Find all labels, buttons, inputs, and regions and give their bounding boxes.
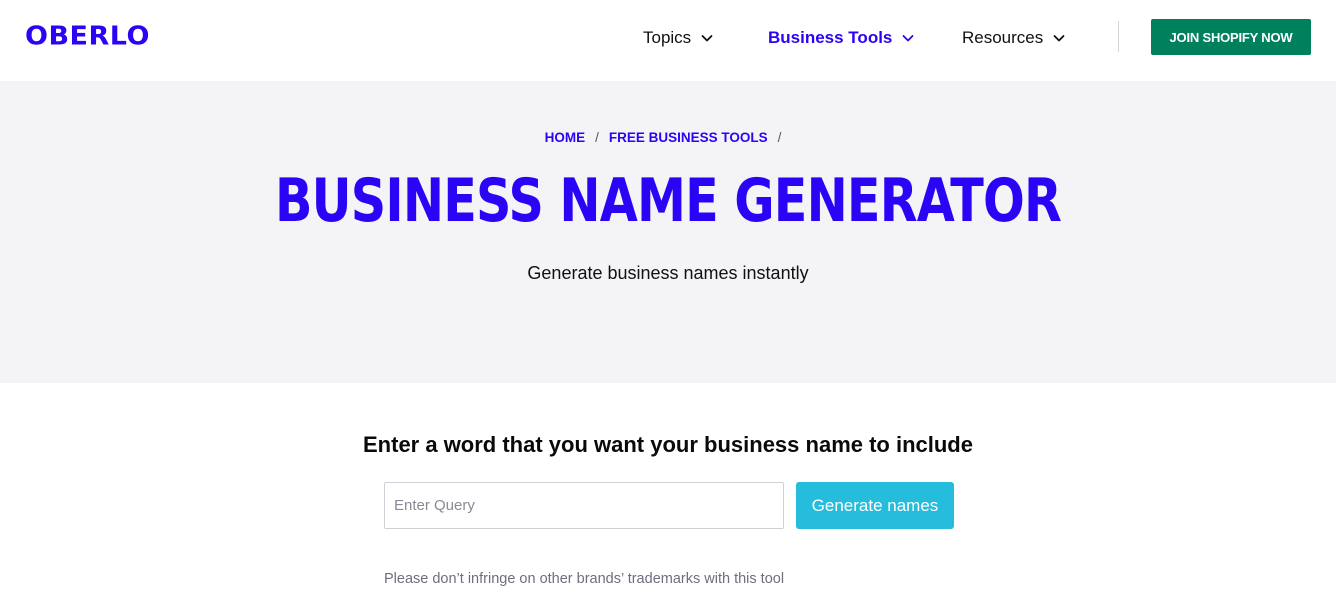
nav-resources[interactable]: Resources (962, 26, 1067, 50)
nav-topics[interactable]: Topics (643, 26, 715, 50)
breadcrumb-free-business-tools[interactable]: FREE BUSINESS TOOLS (609, 130, 768, 145)
breadcrumb-home[interactable]: HOME (545, 130, 586, 145)
breadcrumb: HOME / FREE BUSINESS TOOLS / (0, 130, 1336, 145)
chevron-down-icon (900, 30, 916, 46)
page-title: BUSINESS NAME GENERATOR (274, 166, 1062, 236)
query-input[interactable] (384, 482, 784, 529)
nav-divider (1118, 21, 1119, 52)
site-header: OBERLO Topics Business Tools Resources J… (0, 0, 1336, 81)
breadcrumb-separator: / (777, 130, 782, 145)
nav-resources-label: Resources (962, 28, 1044, 47)
trademark-notice: Please don’t infringe on other brands’ t… (384, 571, 785, 587)
chevron-down-icon (1051, 30, 1067, 46)
nav-topics-label: Topics (643, 28, 692, 47)
hero-section: HOME / FREE BUSINESS TOOLS / BUSINESS NA… (0, 81, 1336, 383)
page-subtitle: Generate business names instantly (527, 263, 809, 283)
chevron-down-icon (699, 30, 715, 46)
nav-business-tools[interactable]: Business Tools (768, 26, 916, 50)
nav-business-tools-label: Business Tools (768, 28, 893, 47)
main-nav: Topics Business Tools Resources JOIN SHO… (0, 0, 1336, 81)
join-shopify-button[interactable]: JOIN SHOPIFY NOW (1151, 19, 1311, 55)
query-prompt: Enter a word that you want your business… (363, 432, 973, 457)
breadcrumb-separator: / (595, 130, 599, 145)
generate-names-button[interactable]: Generate names (796, 482, 954, 529)
